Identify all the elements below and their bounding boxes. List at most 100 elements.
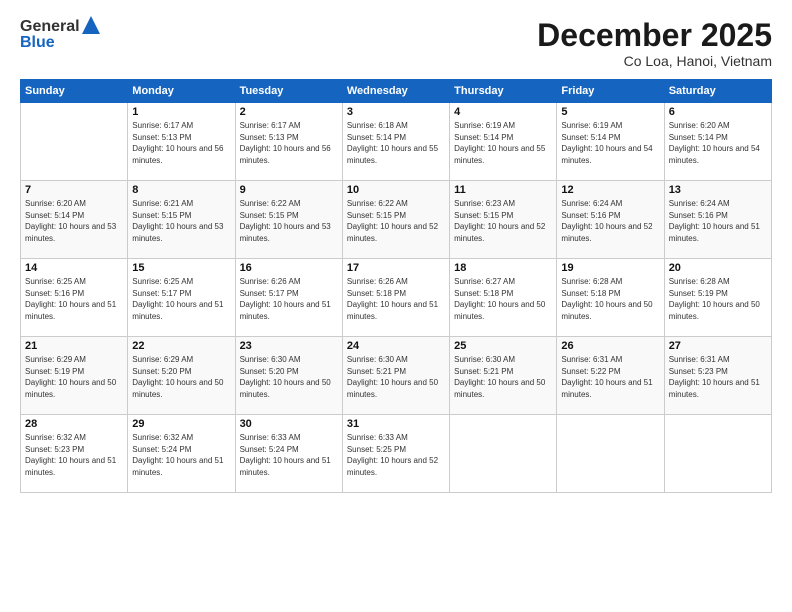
day-number: 13 bbox=[669, 184, 767, 196]
day-info: Sunrise: 6:25 AMSunset: 5:17 PMDaylight:… bbox=[132, 276, 230, 322]
day-info: Sunrise: 6:20 AMSunset: 5:14 PMDaylight:… bbox=[669, 120, 767, 166]
day-info: Sunrise: 6:28 AMSunset: 5:18 PMDaylight:… bbox=[561, 276, 659, 322]
calendar-cell: 2 Sunrise: 6:17 AMSunset: 5:13 PMDaylight… bbox=[235, 103, 342, 181]
calendar-week-5: 28Sunrise: 6:32 AMSunset: 5:23 PMDayligh… bbox=[21, 415, 772, 493]
calendar-cell: 17 Sunrise: 6:26 AMSunset: 5:18 PMDayligh… bbox=[342, 259, 449, 337]
day-info: Sunrise: 6:17 AMSunset: 5:13 PMDaylight:… bbox=[132, 120, 230, 166]
header-sunday: Sunday bbox=[21, 80, 128, 103]
calendar-cell: 1 Sunrise: 6:17 AMSunset: 5:13 PMDaylight… bbox=[128, 103, 235, 181]
calendar-cell bbox=[21, 103, 128, 181]
day-number: 16 bbox=[240, 262, 338, 274]
calendar-cell: 15 Sunrise: 6:25 AMSunset: 5:17 PMDayligh… bbox=[128, 259, 235, 337]
day-info: Sunrise: 6:25 AMSunset: 5:16 PMDaylight:… bbox=[25, 276, 123, 322]
day-number: 3 bbox=[347, 106, 445, 118]
calendar-cell: 11Sunrise: 6:23 AMSunset: 5:15 PMDayligh… bbox=[450, 181, 557, 259]
calendar-cell: 9Sunrise: 6:22 AMSunset: 5:15 PMDaylight… bbox=[235, 181, 342, 259]
day-info: Sunrise: 6:33 AMSunset: 5:24 PMDaylight:… bbox=[240, 432, 338, 478]
day-info: Sunrise: 6:19 AMSunset: 5:14 PMDaylight:… bbox=[454, 120, 552, 166]
day-number: 5 bbox=[561, 106, 659, 118]
day-info: Sunrise: 6:30 AMSunset: 5:21 PMDaylight:… bbox=[454, 354, 552, 400]
day-number: 1 bbox=[132, 106, 230, 118]
day-number: 28 bbox=[25, 418, 123, 430]
day-number: 2 bbox=[240, 106, 338, 118]
calendar-cell: 4 Sunrise: 6:19 AMSunset: 5:14 PMDaylight… bbox=[450, 103, 557, 181]
calendar-cell bbox=[664, 415, 771, 493]
day-info: Sunrise: 6:21 AMSunset: 5:15 PMDaylight:… bbox=[132, 198, 230, 244]
title-block: December 2025 Co Loa, Hanoi, Vietnam bbox=[537, 18, 772, 69]
calendar-cell: 29 Sunrise: 6:32 AMSunset: 5:24 PMDayligh… bbox=[128, 415, 235, 493]
calendar-cell: 22 Sunrise: 6:29 AMSunset: 5:20 PMDayligh… bbox=[128, 337, 235, 415]
day-number: 6 bbox=[669, 106, 767, 118]
calendar-cell: 28Sunrise: 6:32 AMSunset: 5:23 PMDayligh… bbox=[21, 415, 128, 493]
day-info: Sunrise: 6:28 AMSunset: 5:19 PMDaylight:… bbox=[669, 276, 767, 322]
calendar-table: SundayMondayTuesdayWednesdayThursdayFrid… bbox=[20, 79, 772, 493]
day-number: 17 bbox=[347, 262, 445, 274]
logo-icon bbox=[82, 16, 100, 34]
calendar-cell: 7Sunrise: 6:20 AMSunset: 5:14 PMDaylight… bbox=[21, 181, 128, 259]
header-monday: Monday bbox=[128, 80, 235, 103]
day-number: 22 bbox=[132, 340, 230, 352]
day-number: 23 bbox=[240, 340, 338, 352]
day-info: Sunrise: 6:30 AMSunset: 5:21 PMDaylight:… bbox=[347, 354, 445, 400]
calendar-cell: 3 Sunrise: 6:18 AMSunset: 5:14 PMDaylight… bbox=[342, 103, 449, 181]
calendar-cell: 16 Sunrise: 6:26 AMSunset: 5:17 PMDayligh… bbox=[235, 259, 342, 337]
day-info: Sunrise: 6:24 AMSunset: 5:16 PMDaylight:… bbox=[561, 198, 659, 244]
day-number: 15 bbox=[132, 262, 230, 274]
day-info: Sunrise: 6:19 AMSunset: 5:14 PMDaylight:… bbox=[561, 120, 659, 166]
day-info: Sunrise: 6:18 AMSunset: 5:14 PMDaylight:… bbox=[347, 120, 445, 166]
header-saturday: Saturday bbox=[664, 80, 771, 103]
logo: General Blue bbox=[20, 18, 100, 52]
calendar-cell: 10Sunrise: 6:22 AMSunset: 5:15 PMDayligh… bbox=[342, 181, 449, 259]
calendar-cell: 31Sunrise: 6:33 AMSunset: 5:25 PMDayligh… bbox=[342, 415, 449, 493]
calendar-header-row: SundayMondayTuesdayWednesdayThursdayFrid… bbox=[21, 80, 772, 103]
day-info: Sunrise: 6:17 AMSunset: 5:13 PMDaylight:… bbox=[240, 120, 338, 166]
day-number: 21 bbox=[25, 340, 123, 352]
day-info: Sunrise: 6:31 AMSunset: 5:22 PMDaylight:… bbox=[561, 354, 659, 400]
calendar-cell: 19 Sunrise: 6:28 AMSunset: 5:18 PMDayligh… bbox=[557, 259, 664, 337]
day-info: Sunrise: 6:29 AMSunset: 5:20 PMDaylight:… bbox=[132, 354, 230, 400]
day-info: Sunrise: 6:26 AMSunset: 5:18 PMDaylight:… bbox=[347, 276, 445, 322]
calendar-cell: 12 Sunrise: 6:24 AMSunset: 5:16 PMDayligh… bbox=[557, 181, 664, 259]
day-number: 7 bbox=[25, 184, 123, 196]
calendar-page: General Blue December 2025 Co Loa, Hanoi… bbox=[0, 0, 792, 612]
day-number: 12 bbox=[561, 184, 659, 196]
day-info: Sunrise: 6:30 AMSunset: 5:20 PMDaylight:… bbox=[240, 354, 338, 400]
calendar-cell: 27 Sunrise: 6:31 AMSunset: 5:23 PMDayligh… bbox=[664, 337, 771, 415]
calendar-week-4: 21 Sunrise: 6:29 AMSunset: 5:19 PMDayligh… bbox=[21, 337, 772, 415]
calendar-cell: 5 Sunrise: 6:19 AMSunset: 5:14 PMDaylight… bbox=[557, 103, 664, 181]
day-number: 25 bbox=[454, 340, 552, 352]
day-number: 19 bbox=[561, 262, 659, 274]
day-number: 27 bbox=[669, 340, 767, 352]
day-number: 20 bbox=[669, 262, 767, 274]
day-info: Sunrise: 6:31 AMSunset: 5:23 PMDaylight:… bbox=[669, 354, 767, 400]
day-number: 4 bbox=[454, 106, 552, 118]
day-info: Sunrise: 6:24 AMSunset: 5:16 PMDaylight:… bbox=[669, 198, 767, 244]
day-info: Sunrise: 6:27 AMSunset: 5:18 PMDaylight:… bbox=[454, 276, 552, 322]
day-info: Sunrise: 6:22 AMSunset: 5:15 PMDaylight:… bbox=[240, 198, 338, 244]
calendar-cell: 26Sunrise: 6:31 AMSunset: 5:22 PMDayligh… bbox=[557, 337, 664, 415]
calendar-cell bbox=[557, 415, 664, 493]
day-number: 10 bbox=[347, 184, 445, 196]
calendar-cell: 14 Sunrise: 6:25 AMSunset: 5:16 PMDayligh… bbox=[21, 259, 128, 337]
day-number: 29 bbox=[132, 418, 230, 430]
calendar-cell: 24Sunrise: 6:30 AMSunset: 5:21 PMDayligh… bbox=[342, 337, 449, 415]
day-info: Sunrise: 6:26 AMSunset: 5:17 PMDaylight:… bbox=[240, 276, 338, 322]
day-number: 14 bbox=[25, 262, 123, 274]
day-number: 30 bbox=[240, 418, 338, 430]
calendar-week-1: 1 Sunrise: 6:17 AMSunset: 5:13 PMDaylight… bbox=[21, 103, 772, 181]
calendar-cell: 18 Sunrise: 6:27 AMSunset: 5:18 PMDayligh… bbox=[450, 259, 557, 337]
calendar-cell: 6 Sunrise: 6:20 AMSunset: 5:14 PMDaylight… bbox=[664, 103, 771, 181]
day-info: Sunrise: 6:29 AMSunset: 5:19 PMDaylight:… bbox=[25, 354, 123, 400]
day-info: Sunrise: 6:23 AMSunset: 5:15 PMDaylight:… bbox=[454, 198, 552, 244]
header: General Blue December 2025 Co Loa, Hanoi… bbox=[20, 18, 772, 69]
header-friday: Friday bbox=[557, 80, 664, 103]
day-number: 18 bbox=[454, 262, 552, 274]
day-info: Sunrise: 6:33 AMSunset: 5:25 PMDaylight:… bbox=[347, 432, 445, 478]
calendar-cell: 20 Sunrise: 6:28 AMSunset: 5:19 PMDayligh… bbox=[664, 259, 771, 337]
day-info: Sunrise: 6:32 AMSunset: 5:24 PMDaylight:… bbox=[132, 432, 230, 478]
calendar-cell bbox=[450, 415, 557, 493]
month-title: December 2025 bbox=[537, 18, 772, 53]
calendar-cell: 25 Sunrise: 6:30 AMSunset: 5:21 PMDayligh… bbox=[450, 337, 557, 415]
calendar-cell: 13 Sunrise: 6:24 AMSunset: 5:16 PMDayligh… bbox=[664, 181, 771, 259]
calendar-week-3: 14 Sunrise: 6:25 AMSunset: 5:16 PMDayligh… bbox=[21, 259, 772, 337]
